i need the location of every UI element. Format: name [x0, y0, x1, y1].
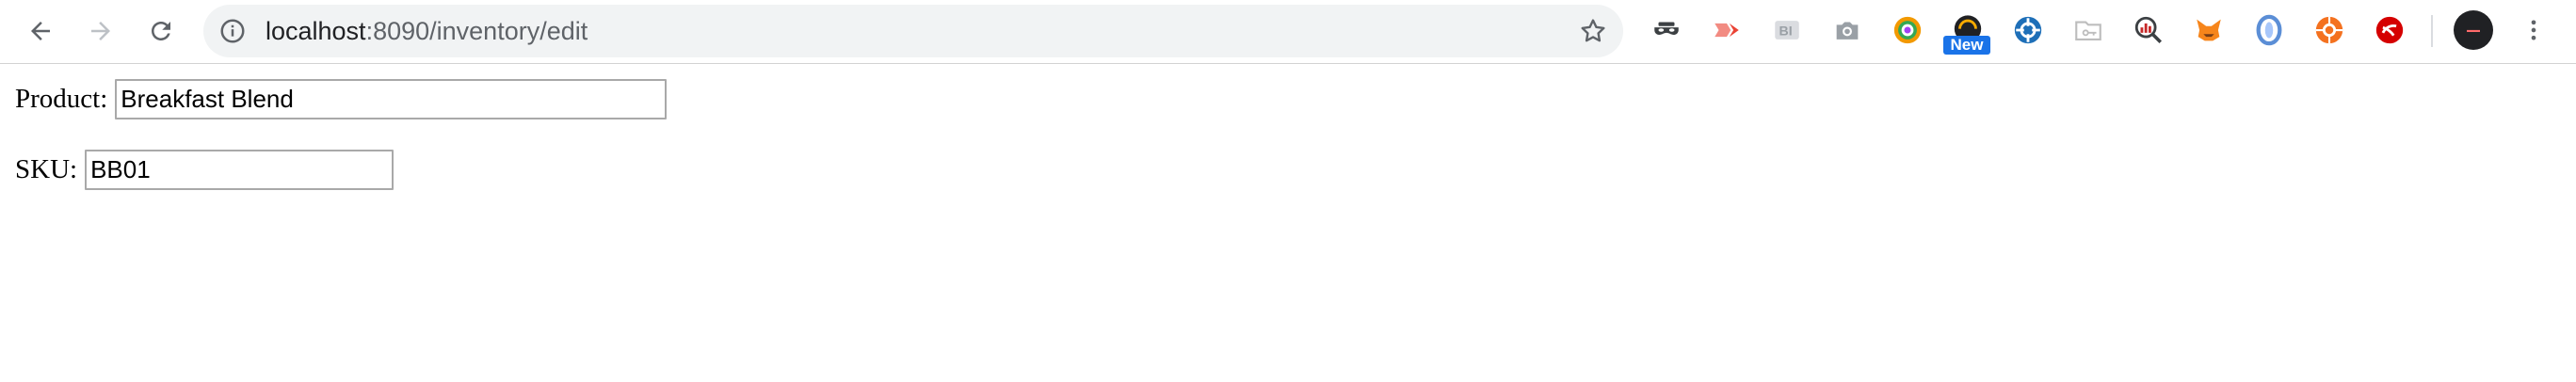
- red-circle-icon[interactable]: [2373, 13, 2407, 47]
- sku-input[interactable]: [85, 150, 394, 190]
- browser-menu-button[interactable]: [2520, 13, 2548, 47]
- url-path: :8090/inventory/edit: [365, 17, 588, 45]
- crosshair-extension-icon[interactable]: [2011, 13, 2045, 47]
- address-bar[interactable]: localhost:8090/inventory/edit: [203, 5, 1623, 57]
- site-info-icon[interactable]: [218, 17, 247, 45]
- reload-button[interactable]: [139, 9, 183, 53]
- profile-avatar[interactable]: ▬▬: [2454, 10, 2493, 50]
- url-host: localhost: [266, 17, 366, 45]
- url-text[interactable]: localhost:8090/inventory/edit: [266, 17, 588, 45]
- blue-ring-icon[interactable]: [2252, 13, 2286, 47]
- profile-logo-icon: ▬▬: [2467, 26, 2480, 34]
- product-input[interactable]: [115, 79, 668, 119]
- reload-icon: [152, 22, 170, 40]
- bookmark-star-icon[interactable]: [1578, 16, 1608, 46]
- back-arrow-icon: [31, 22, 50, 40]
- kebab-menu-icon: [2531, 20, 2536, 40]
- new-badge: New: [1943, 36, 1990, 55]
- folder-key-icon[interactable]: [2071, 13, 2105, 47]
- forward-arrow-icon: [91, 22, 110, 40]
- forward-button[interactable]: [79, 9, 122, 53]
- sku-label: SKU:: [15, 154, 78, 184]
- camera-icon[interactable]: [1830, 13, 1864, 47]
- product-row: Product:: [15, 79, 668, 119]
- color-picker-eye-icon[interactable]: [1891, 13, 1924, 47]
- svg-text:BI: BI: [1779, 24, 1793, 40]
- video-play-arrow-icon[interactable]: [1710, 13, 1744, 47]
- product-label: Product:: [15, 84, 108, 114]
- metamask-fox-icon[interactable]: [2192, 13, 2226, 47]
- chart-magnifier-icon[interactable]: [2132, 13, 2165, 47]
- orange-circle-icon[interactable]: [2312, 13, 2346, 47]
- back-button[interactable]: [19, 9, 62, 53]
- toolbar-divider: [2431, 15, 2433, 47]
- incognito-mask-icon[interactable]: [1650, 13, 1683, 47]
- bi-extension-icon[interactable]: BI: [1770, 13, 1804, 47]
- browser-toolbar: localhost:8090/inventory/edit BI New ▬▬: [0, 0, 2576, 64]
- sku-row: SKU:: [15, 150, 394, 190]
